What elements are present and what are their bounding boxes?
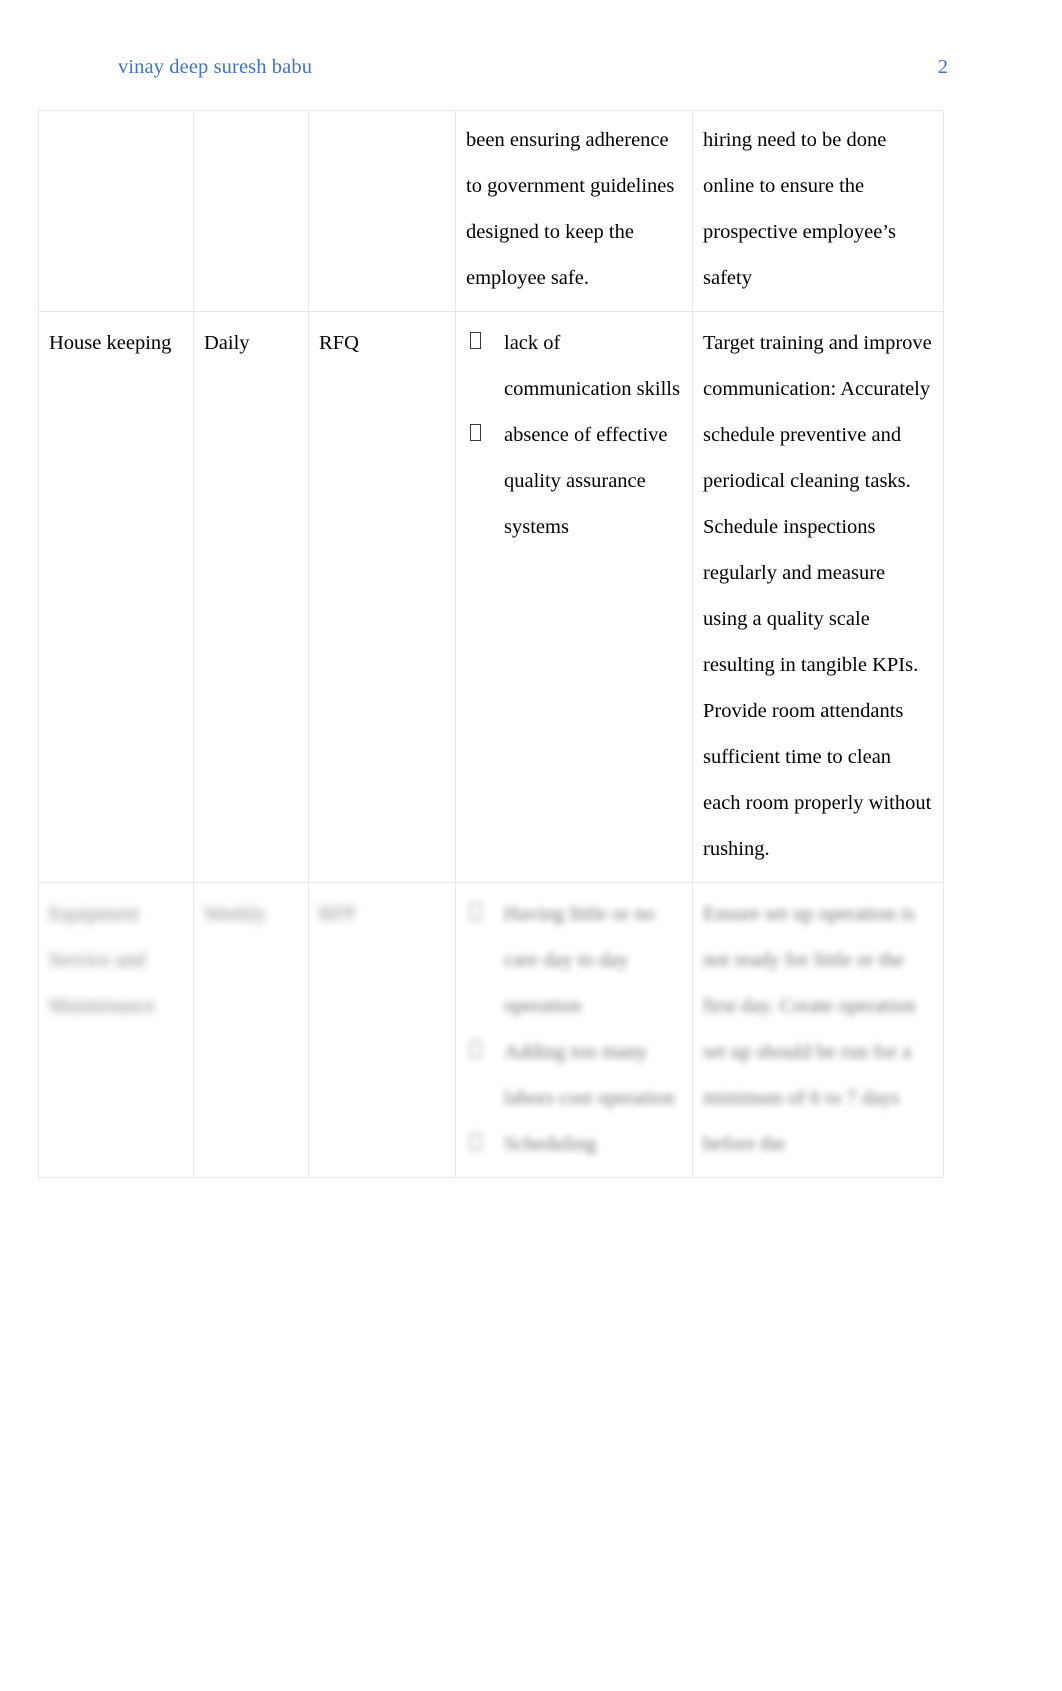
cell-issues: Having little or no care day to day oper… [455,882,693,1178]
page-number: 2 [937,56,948,78]
list-item: Scheduling [466,1121,682,1167]
issues-bullet-list: lack of communication skills absence of … [466,320,682,550]
cell-department: House keeping [38,311,194,883]
bullet-box-icon [470,1133,481,1150]
bullet-box-icon [470,332,481,349]
bullet-box-icon [470,903,481,920]
cell-department [38,110,194,312]
table-row: been ensuring adherence to government gu… [38,110,944,312]
table-row: Equipment Service and Maintenance Weekly… [38,882,944,1178]
list-item: Having little or no care day to day oper… [466,891,682,1029]
list-item: Adding too many labors cost operation [466,1029,682,1121]
cell-document-type: RFQ [308,311,456,883]
cell-department: Equipment Service and Maintenance [38,882,194,1178]
bullet-box-icon [470,1041,481,1058]
cell-issues: been ensuring adherence to government gu… [455,110,693,312]
header-author-name: vinay deep suresh babu [118,56,313,78]
cell-frequency: Weekly [193,882,309,1178]
process-analysis-table: been ensuring adherence to government gu… [38,110,944,1178]
list-item: absence of effective quality assurance s… [466,412,682,550]
cell-document-type [308,110,456,312]
cell-frequency [193,110,309,312]
cell-frequency: Daily [193,311,309,883]
cell-recommendation: Ensure set up operation is not ready for… [692,882,944,1178]
table-row: House keeping Daily RFQ lack of communic… [38,311,944,883]
cell-recommendation: Target training and improve communicatio… [692,311,944,883]
cell-issues: lack of communication skills absence of … [455,311,693,883]
page-header: vinay deep suresh babu 2 [118,56,948,86]
cell-recommendation: hiring need to be done online to ensure … [692,110,944,312]
issues-bullet-list: Having little or no care day to day oper… [466,891,682,1167]
bullet-box-icon [470,424,481,441]
list-item: lack of communication skills [466,320,682,412]
cell-document-type: RFP [308,882,456,1178]
